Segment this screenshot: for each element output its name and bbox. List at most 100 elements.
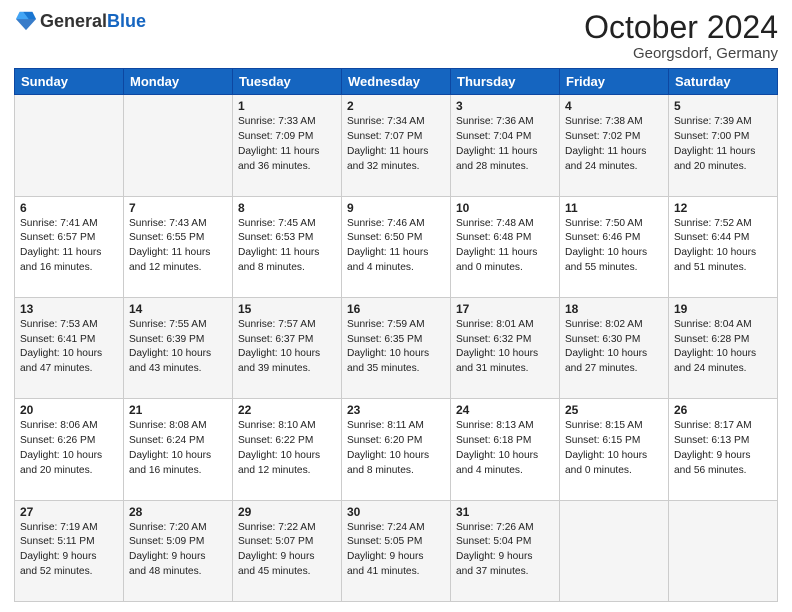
weekday-row: SundayMondayTuesdayWednesdayThursdayFrid… — [15, 69, 778, 95]
day-number: 13 — [20, 302, 118, 316]
calendar-table: SundayMondayTuesdayWednesdayThursdayFrid… — [14, 68, 778, 602]
day-detail: Sunrise: 7:38 AMSunset: 7:02 PMDaylight:… — [565, 115, 663, 174]
day-number: 14 — [129, 302, 227, 316]
day-detail: Sunrise: 8:01 AMSunset: 6:32 PMDaylight:… — [456, 318, 554, 377]
day-detail: Sunrise: 8:17 AMSunset: 6:13 PMDaylight:… — [674, 419, 772, 478]
day-number: 28 — [129, 505, 227, 519]
calendar-cell: 9Sunrise: 7:46 AMSunset: 6:50 PMDaylight… — [342, 196, 451, 297]
day-number: 15 — [238, 302, 336, 316]
day-number: 12 — [674, 201, 772, 215]
logo-area: GeneralBlue — [14, 10, 146, 32]
calendar-cell: 21 Sunrise: 8:08 AMSunset: 6:24 PMDayligh… — [124, 399, 233, 500]
calendar-cell: 17 Sunrise: 8:01 AMSunset: 6:32 PMDayligh… — [451, 297, 560, 398]
weekday-header-monday: Monday — [124, 69, 233, 95]
weekday-header-thursday: Thursday — [451, 69, 560, 95]
day-detail: Sunrise: 8:06 AMSunset: 6:26 PMDaylight:… — [20, 419, 118, 478]
day-number: 6 — [20, 201, 118, 215]
calendar-cell: 31 Sunrise: 7:26 AMSunset: 5:04 PMDayligh… — [451, 500, 560, 601]
day-detail: Sunrise: 8:04 AMSunset: 6:28 PMDaylight:… — [674, 318, 772, 377]
day-number: 29 — [238, 505, 336, 519]
day-detail: Sunrise: 7:20 AMSunset: 5:09 PMDaylight:… — [129, 521, 227, 580]
day-number: 21 — [129, 403, 227, 417]
day-number: 30 — [347, 505, 445, 519]
day-number: 11 — [565, 201, 663, 215]
day-detail: Sunrise: 8:13 AMSunset: 6:18 PMDaylight:… — [456, 419, 554, 478]
location-title: Georgsdorf, Germany — [584, 45, 778, 62]
calendar-cell: 29Sunrise: 7:22 AMSunset: 5:07 PMDayligh… — [233, 500, 342, 601]
day-number: 24 — [456, 403, 554, 417]
month-title: October 2024 — [584, 10, 778, 45]
day-detail: Sunrise: 7:33 AMSunset: 7:09 PMDaylight:… — [238, 115, 336, 174]
day-number: 5 — [674, 99, 772, 113]
calendar-cell: 25Sunrise: 8:15 AMSunset: 6:15 PMDayligh… — [560, 399, 669, 500]
day-detail: Sunrise: 8:15 AMSunset: 6:15 PMDaylight:… — [565, 419, 663, 478]
calendar-cell: 18Sunrise: 8:02 AMSunset: 6:30 PMDayligh… — [560, 297, 669, 398]
day-number: 8 — [238, 201, 336, 215]
calendar-cell: 13 Sunrise: 7:53 AMSunset: 6:41 PMDayligh… — [15, 297, 124, 398]
day-detail: Sunrise: 7:36 AMSunset: 7:04 PMDaylight:… — [456, 115, 554, 174]
day-number: 3 — [456, 99, 554, 113]
calendar-cell — [669, 500, 778, 601]
day-number: 2 — [347, 99, 445, 113]
day-number: 19 — [674, 302, 772, 316]
day-number: 31 — [456, 505, 554, 519]
page: GeneralBlue October 2024 Georgsdorf, Ger… — [0, 0, 792, 612]
calendar-week-2: 6 Sunrise: 7:41 AMSunset: 6:57 PMDaylight… — [15, 196, 778, 297]
weekday-header-sunday: Sunday — [15, 69, 124, 95]
calendar-header: SundayMondayTuesdayWednesdayThursdayFrid… — [15, 69, 778, 95]
calendar-cell — [124, 95, 233, 196]
calendar-cell: 15 Sunrise: 7:57 AMSunset: 6:37 PMDayligh… — [233, 297, 342, 398]
day-detail: Sunrise: 8:10 AMSunset: 6:22 PMDaylight:… — [238, 419, 336, 478]
day-detail: Sunrise: 7:34 AMSunset: 7:07 PMDaylight:… — [347, 115, 445, 174]
day-detail: Sunrise: 7:59 AMSunset: 6:35 PMDaylight:… — [347, 318, 445, 377]
day-detail: Sunrise: 7:57 AMSunset: 6:37 PMDaylight:… — [238, 318, 336, 377]
day-detail: Sunrise: 7:48 AMSunset: 6:48 PMDaylight:… — [456, 217, 554, 276]
calendar-cell: 5 Sunrise: 7:39 AMSunset: 7:00 PMDaylight… — [669, 95, 778, 196]
calendar-cell: 10 Sunrise: 7:48 AMSunset: 6:48 PMDayligh… — [451, 196, 560, 297]
day-detail: Sunrise: 7:53 AMSunset: 6:41 PMDaylight:… — [20, 318, 118, 377]
weekday-header-wednesday: Wednesday — [342, 69, 451, 95]
calendar-cell: 14 Sunrise: 7:55 AMSunset: 6:39 PMDayligh… — [124, 297, 233, 398]
day-detail: Sunrise: 7:39 AMSunset: 7:00 PMDaylight:… — [674, 115, 772, 174]
day-number: 23 — [347, 403, 445, 417]
calendar-week-5: 27 Sunrise: 7:19 AMSunset: 5:11 PMDayligh… — [15, 500, 778, 601]
day-number: 27 — [20, 505, 118, 519]
calendar-cell: 30 Sunrise: 7:24 AMSunset: 5:05 PMDayligh… — [342, 500, 451, 601]
calendar-cell: 22 Sunrise: 8:10 AMSunset: 6:22 PMDayligh… — [233, 399, 342, 500]
calendar-cell: 11 Sunrise: 7:50 AMSunset: 6:46 PMDayligh… — [560, 196, 669, 297]
calendar-cell: 8 Sunrise: 7:45 AMSunset: 6:53 PMDaylight… — [233, 196, 342, 297]
day-detail: Sunrise: 7:41 AMSunset: 6:57 PMDaylight:… — [20, 217, 118, 276]
day-number: 10 — [456, 201, 554, 215]
day-detail: Sunrise: 8:08 AMSunset: 6:24 PMDaylight:… — [129, 419, 227, 478]
calendar-week-1: 1 Sunrise: 7:33 AMSunset: 7:09 PMDaylight… — [15, 95, 778, 196]
calendar-cell: 23 Sunrise: 8:11 AMSunset: 6:20 PMDayligh… — [342, 399, 451, 500]
day-number: 9 — [347, 201, 445, 215]
day-number: 1 — [238, 99, 336, 113]
day-number: 20 — [20, 403, 118, 417]
day-number: 26 — [674, 403, 772, 417]
calendar-cell — [560, 500, 669, 601]
day-number: 7 — [129, 201, 227, 215]
day-detail: Sunrise: 7:52 AMSunset: 6:44 PMDaylight:… — [674, 217, 772, 276]
day-number: 17 — [456, 302, 554, 316]
day-detail: Sunrise: 7:19 AMSunset: 5:11 PMDaylight:… — [20, 521, 118, 580]
calendar-cell: 19 Sunrise: 8:04 AMSunset: 6:28 PMDayligh… — [669, 297, 778, 398]
day-detail: Sunrise: 7:26 AMSunset: 5:04 PMDaylight:… — [456, 521, 554, 580]
calendar-cell: 2 Sunrise: 7:34 AMSunset: 7:07 PMDaylight… — [342, 95, 451, 196]
day-number: 22 — [238, 403, 336, 417]
calendar-cell: 24 Sunrise: 8:13 AMSunset: 6:18 PMDayligh… — [451, 399, 560, 500]
title-area: October 2024 Georgsdorf, Germany — [584, 10, 778, 62]
day-detail: Sunrise: 8:02 AMSunset: 6:30 PMDaylight:… — [565, 318, 663, 377]
calendar-cell: 6 Sunrise: 7:41 AMSunset: 6:57 PMDaylight… — [15, 196, 124, 297]
calendar-body: 1 Sunrise: 7:33 AMSunset: 7:09 PMDaylight… — [15, 95, 778, 602]
calendar-cell: 16Sunrise: 7:59 AMSunset: 6:35 PMDayligh… — [342, 297, 451, 398]
day-detail: Sunrise: 8:11 AMSunset: 6:20 PMDaylight:… — [347, 419, 445, 478]
day-number: 4 — [565, 99, 663, 113]
day-detail: Sunrise: 7:43 AMSunset: 6:55 PMDaylight:… — [129, 217, 227, 276]
day-detail: Sunrise: 7:24 AMSunset: 5:05 PMDaylight:… — [347, 521, 445, 580]
day-detail: Sunrise: 7:50 AMSunset: 6:46 PMDaylight:… — [565, 217, 663, 276]
day-detail: Sunrise: 7:55 AMSunset: 6:39 PMDaylight:… — [129, 318, 227, 377]
calendar-cell: 20 Sunrise: 8:06 AMSunset: 6:26 PMDayligh… — [15, 399, 124, 500]
day-detail: Sunrise: 7:45 AMSunset: 6:53 PMDaylight:… — [238, 217, 336, 276]
calendar-cell: 27 Sunrise: 7:19 AMSunset: 5:11 PMDayligh… — [15, 500, 124, 601]
